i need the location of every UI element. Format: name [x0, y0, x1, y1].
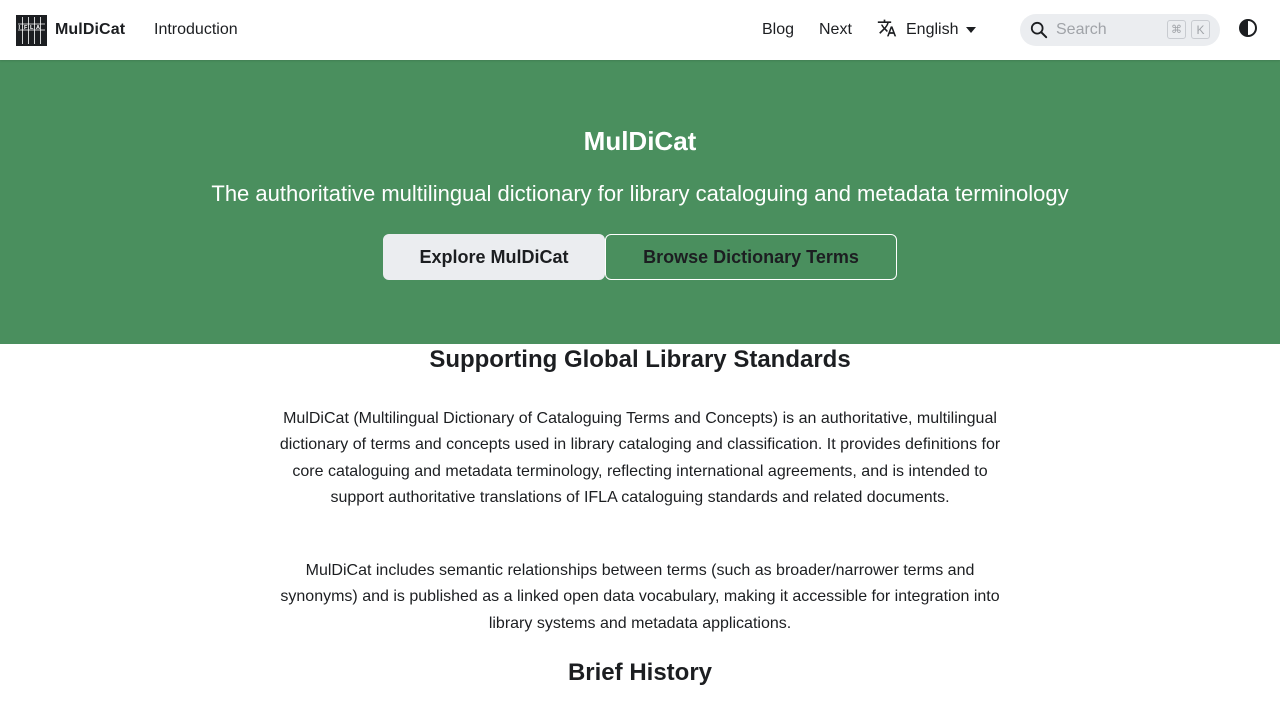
hero-subtitle: The authoritative multilingual dictionar… [211, 181, 1069, 206]
svg-text:A: A [36, 25, 40, 31]
brand-link[interactable]: I F L A MulDiCat [16, 14, 125, 46]
hero-banner: MulDiCat The authoritative multilingual … [0, 60, 1280, 344]
shortcut-key: K [1191, 20, 1210, 39]
language-dropdown[interactable]: English [877, 18, 977, 43]
section-heading-standards: Supporting Global Library Standards [429, 346, 851, 373]
language-label: English [906, 21, 959, 38]
nav-link-blog[interactable]: Blog [762, 20, 794, 40]
theme-toggle-button[interactable] [1236, 18, 1260, 42]
chevron-down-icon [966, 27, 977, 33]
hero-title: MulDiCat [583, 126, 697, 156]
ifla-logo-icon: I F L A [16, 14, 47, 46]
relationships-paragraph: MulDiCat includes semantic relationships… [280, 562, 1000, 632]
shortcut-modifier-key: ⌘ [1167, 20, 1186, 39]
brand-title: MulDiCat [55, 21, 126, 38]
intro-paragraph: MulDiCat (Multilingual Dictionary of Cat… [279, 410, 1001, 507]
nav-link-next[interactable]: Next [819, 20, 852, 40]
nav-link-introduction[interactable]: Introduction [154, 20, 238, 40]
explore-button[interactable]: Explore MulDiCat [383, 234, 605, 280]
translate-icon [877, 18, 897, 43]
search-bar[interactable]: ⌘ K [1020, 14, 1220, 46]
contrast-icon [1238, 18, 1258, 43]
navbar: I F L A MulDiCat Introduction Blog Next … [0, 0, 1280, 60]
search-input[interactable] [1056, 20, 1166, 40]
browse-terms-button[interactable]: Browse Dictionary Terms [605, 234, 897, 280]
section-heading-history: Brief History [567, 659, 713, 686]
search-icon [1030, 21, 1048, 44]
